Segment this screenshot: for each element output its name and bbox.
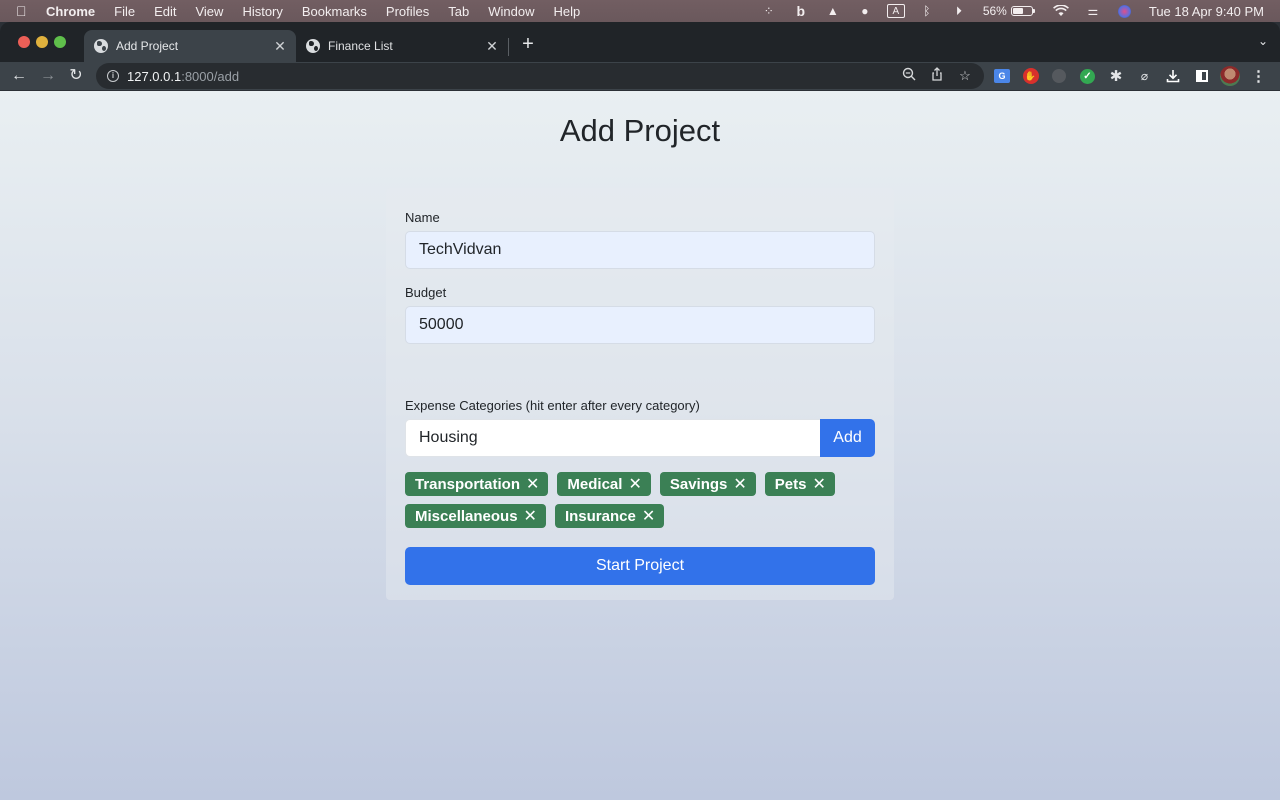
checkmark-extension-icon[interactable]: ✓ (1078, 66, 1098, 86)
menu-app-name[interactable]: Chrome (46, 4, 95, 19)
tab-title: Add Project (116, 39, 179, 53)
budget-label: Budget (405, 285, 447, 300)
window-minimize-button[interactable] (36, 36, 48, 48)
category-tag: Pets ✕ (764, 472, 835, 496)
browser-toolbar: ← → ↻ i 127.0.0.1:8000/add ☆ G ✋ ✓ ✱ ⌀ ⋮ (0, 62, 1280, 90)
remove-tag-icon[interactable]: ✕ (526, 474, 539, 494)
remove-tag-icon[interactable]: ✕ (733, 474, 746, 494)
site-info-icon[interactable]: i (107, 70, 119, 82)
remove-tag-icon[interactable]: ✕ (812, 474, 825, 494)
menu-edit[interactable]: Edit (154, 4, 176, 19)
vlc-icon[interactable]: ▲ (823, 3, 843, 19)
category-tag-label: Insurance (564, 507, 636, 525)
category-tags: Transportation ✕ Medical ✕ Savings ✕ Pet… (405, 472, 875, 528)
tab-close-icon[interactable]: ✕ (482, 38, 502, 55)
tab-search-chevron-icon[interactable]: ⌄ (1258, 34, 1268, 48)
battery-fill (1012, 8, 1023, 14)
window-zoom-button[interactable] (54, 36, 66, 48)
category-tag: Transportation ✕ (405, 472, 549, 496)
expense-categories-label: Expense Categories (hit enter after ever… (405, 398, 700, 413)
browser-tab-strip: Add Project ✕ Finance List ✕ + ⌄ (0, 22, 1280, 62)
start-project-button[interactable]: Start Project (405, 547, 875, 585)
disabled-extension-icon[interactable] (1049, 66, 1069, 86)
wifi-icon[interactable] (1051, 3, 1071, 19)
screen-capture-icon[interactable]: ⁘ (759, 3, 779, 19)
name-label: Name (405, 210, 440, 225)
bookmark-star-icon[interactable]: ☆ (956, 67, 974, 85)
remove-tag-icon[interactable]: ✕ (628, 474, 641, 494)
remove-tag-icon[interactable]: ✕ (642, 506, 655, 526)
battery-percent: 56% (982, 4, 1007, 18)
extensions-puzzle-icon[interactable]: ✱ (1106, 66, 1126, 86)
page-title: Add Project (559, 113, 721, 148)
forward-button[interactable]: → (37, 65, 59, 87)
leaf-extension-icon[interactable]: ⌀ (1135, 66, 1155, 86)
tab-finance-list[interactable]: Finance List ✕ (296, 30, 508, 62)
macos-menu-bar:  Chrome File Edit View History Bookmark… (0, 0, 1280, 22)
globe-icon (306, 39, 320, 53)
menu-file[interactable]: File (114, 4, 135, 19)
zoom-icon[interactable] (900, 67, 918, 85)
profile-avatar[interactable] (1220, 66, 1240, 86)
category-tag: Savings ✕ (659, 472, 756, 496)
url-path: :8000/add (181, 68, 240, 84)
extensions-area: G ✋ ✓ ✱ ⌀ ⋮ (992, 66, 1277, 86)
category-tag-label: Transportation (415, 475, 521, 493)
category-input[interactable] (405, 419, 821, 457)
play-circle-icon[interactable]: ⏵ (949, 3, 969, 19)
add-category-button[interactable]: Add (820, 419, 875, 457)
globe-icon (94, 39, 108, 53)
tab-close-icon[interactable]: ✕ (270, 38, 290, 55)
keyboard-input-a-icon[interactable]: A (886, 4, 905, 18)
reload-button[interactable]: ↻ (65, 65, 87, 87)
category-tag-label: Savings (669, 475, 728, 493)
menu-window[interactable]: Window (488, 4, 534, 19)
chrome-menu-icon[interactable]: ⋮ (1249, 66, 1269, 86)
menu-bar-clock[interactable]: Tue 18 Apr 9:40 PM (1149, 4, 1264, 19)
menu-bar-status-area: ⁘ b ▲ ● A ᛒ ⏵ 56% ⚌ Tue 18 Apr 9:40 PM (747, 0, 1264, 22)
share-icon[interactable] (928, 67, 946, 85)
menu-view[interactable]: View (195, 4, 223, 19)
url-host: 127.0.0.1 (127, 68, 182, 84)
app-icon[interactable]: ● (855, 3, 875, 19)
address-bar[interactable]: i 127.0.0.1:8000/add ☆ (96, 63, 984, 89)
download-icon[interactable] (1163, 66, 1183, 86)
address-bar-actions: ☆ (900, 67, 974, 85)
battery-icon[interactable] (1010, 6, 1035, 16)
name-input[interactable] (405, 231, 875, 269)
new-tab-button[interactable]: + (518, 34, 538, 54)
category-tag: Medical ✕ (557, 472, 651, 496)
category-tag: Insurance ✕ (554, 504, 665, 528)
tab-separator (508, 38, 509, 56)
menu-profiles[interactable]: Profiles (386, 4, 429, 19)
back-button[interactable]: ← (8, 65, 30, 87)
tab-title: Finance List (328, 39, 393, 53)
menu-tab[interactable]: Tab (448, 4, 469, 19)
budget-input[interactable] (405, 306, 875, 344)
tab-add-project[interactable]: Add Project ✕ (84, 30, 296, 62)
side-panel-icon[interactable] (1192, 66, 1212, 86)
google-translate-icon[interactable]: G (992, 66, 1012, 86)
bing-icon[interactable]: b (791, 3, 811, 19)
window-close-button[interactable] (18, 36, 30, 48)
category-tag-label: Miscellaneous (415, 507, 518, 525)
remove-tag-icon[interactable]: ✕ (524, 506, 537, 526)
control-center-icon[interactable]: ⚌ (1083, 3, 1103, 19)
category-tag: Miscellaneous ✕ (405, 504, 546, 528)
menu-bookmarks[interactable]: Bookmarks (302, 4, 367, 19)
siri-icon[interactable] (1115, 3, 1135, 19)
adblock-hand-icon[interactable]: ✋ (1021, 66, 1041, 86)
category-tag-label: Pets (774, 475, 807, 493)
bluetooth-icon[interactable]: ᛒ (917, 3, 937, 19)
menu-help[interactable]: Help (554, 4, 581, 19)
apple-menu-icon[interactable]:  (16, 3, 32, 19)
menu-history[interactable]: History (242, 4, 282, 19)
category-tag-label: Medical (567, 475, 623, 493)
